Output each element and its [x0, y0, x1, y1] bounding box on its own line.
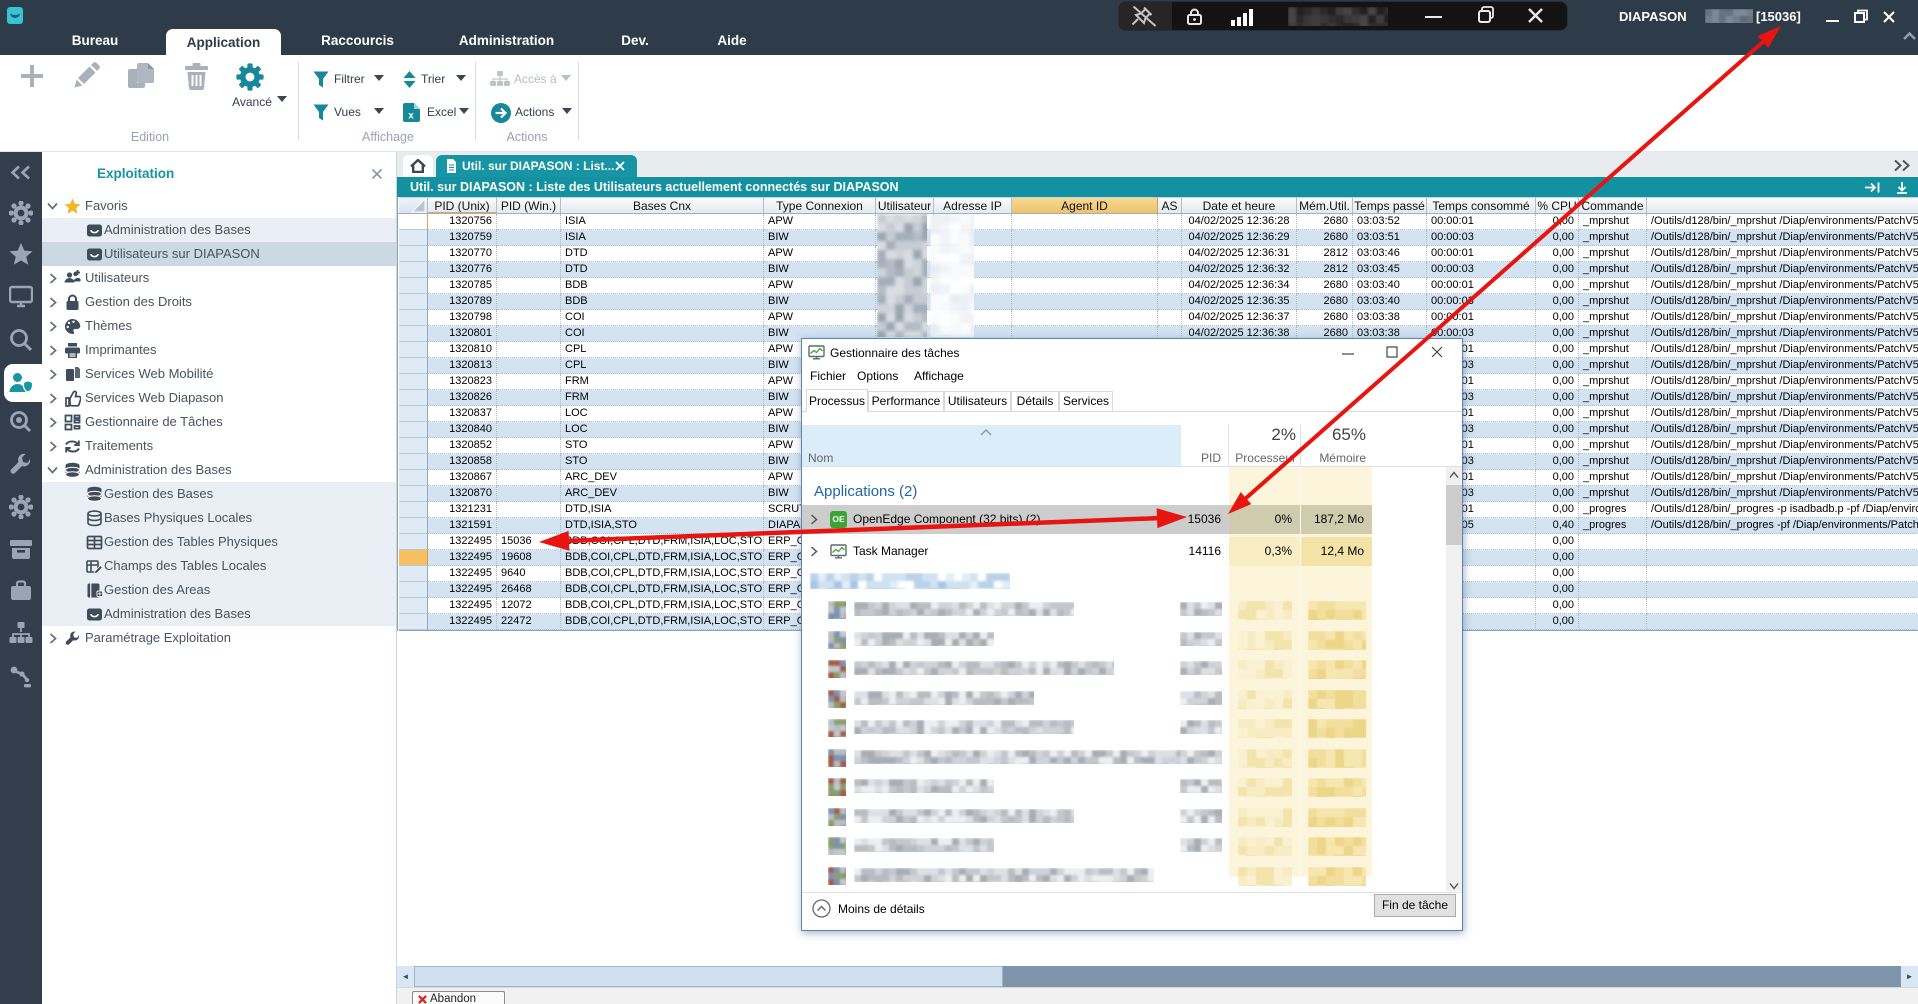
svg-text:x: x — [408, 111, 414, 122]
